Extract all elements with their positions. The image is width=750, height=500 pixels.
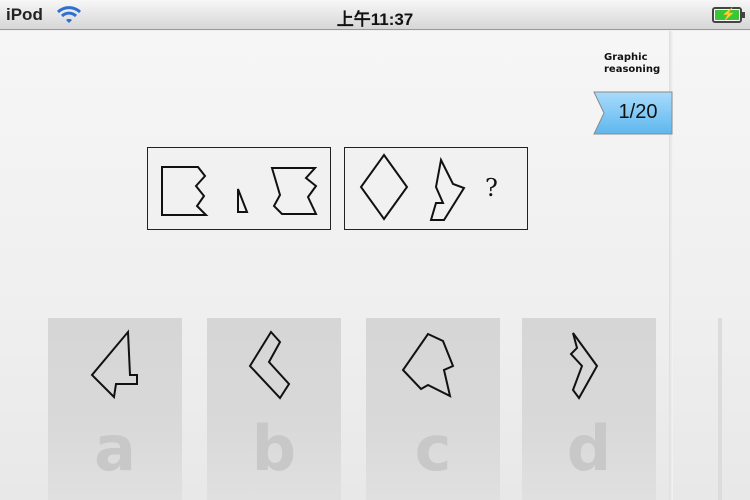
figure-bent-shape [429,156,466,221]
battery-icon: ⚡ [712,7,745,23]
option-c-figure [401,332,455,398]
option-a-figure [90,329,138,400]
option-c[interactable]: c [366,318,500,500]
option-b-figure [248,330,291,400]
option-b[interactable]: b [207,318,341,500]
option-d-letter: d [566,412,612,485]
option-b-letter: b [251,412,297,485]
option-a-letter: a [94,412,136,485]
figure-notched-shape [270,167,318,215]
progress-counter: 1/20 [618,101,658,123]
figure-notched-rectangle [161,166,209,216]
question-box-given [147,147,331,230]
badge-title-line1: Graphic [604,52,648,63]
figure-diamond [359,153,409,221]
unknown-mark: ? [485,174,498,202]
status-bar: iPod 上午11:37 ⚡ [0,0,750,30]
badge-title-line2: reasoning [604,64,661,75]
next-option-edge [718,318,722,500]
badge-title: Graphic reasoning [604,52,666,76]
question-box-sequence [344,147,528,230]
option-d-figure [569,332,599,400]
option-c-letter: c [414,412,452,485]
option-a[interactable]: a [48,318,182,500]
option-d[interactable]: d [522,318,656,500]
status-time: 上午11:37 [336,10,414,29]
figure-small-triangle [237,188,249,213]
